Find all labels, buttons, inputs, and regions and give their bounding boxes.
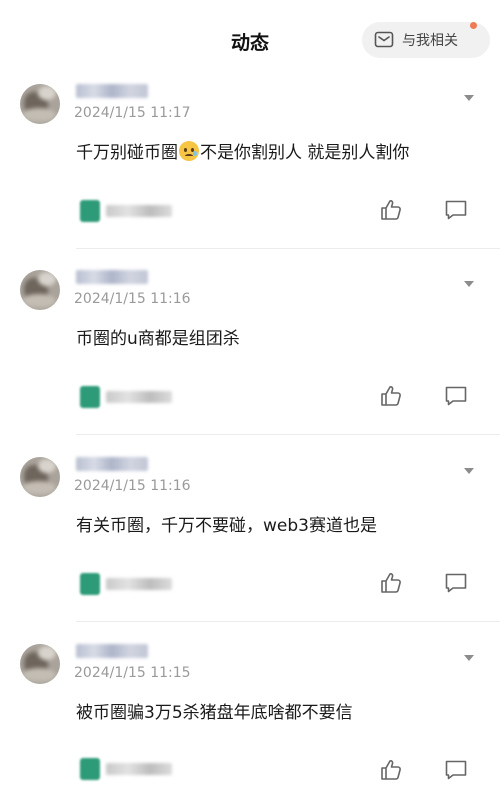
comment-icon[interactable] bbox=[443, 757, 469, 783]
thumbs-up-icon[interactable] bbox=[378, 570, 404, 596]
timestamp: 2024/1/15 11:15 bbox=[74, 665, 191, 681]
blurred-username[interactable] bbox=[76, 644, 148, 658]
related-to-me-label: 与我相关 bbox=[402, 33, 458, 49]
avatar[interactable] bbox=[20, 270, 60, 310]
blurred-username[interactable] bbox=[76, 84, 148, 98]
timestamp: 2024/1/15 11:16 bbox=[74, 478, 191, 494]
comment-text-part: 千万别碰币圈 bbox=[76, 143, 178, 163]
timestamp: 2024/1/15 11:17 bbox=[74, 105, 191, 121]
divider bbox=[76, 434, 500, 435]
comment-icon[interactable] bbox=[443, 383, 469, 409]
comment-item: 2024/1/15 11:17 千万别碰币圈 不是你割别人 就是别人割你 bbox=[0, 84, 500, 270]
chevron-down-icon[interactable] bbox=[464, 468, 474, 474]
divider bbox=[76, 621, 500, 622]
related-to-me-button[interactable]: 与我相关 bbox=[362, 22, 490, 58]
message-icon bbox=[374, 31, 394, 49]
comment-item: 2024/1/15 11:16 币圈的u商都是组团杀 bbox=[0, 270, 500, 456]
blurred-source-tag[interactable] bbox=[76, 378, 178, 414]
blurred-username[interactable] bbox=[76, 270, 148, 284]
blurred-source-tag[interactable] bbox=[76, 750, 178, 786]
blurred-source-tag[interactable] bbox=[76, 192, 178, 228]
blurred-username[interactable] bbox=[76, 457, 148, 471]
chevron-down-icon[interactable] bbox=[464, 655, 474, 661]
comment-text-part: 不是你割别人 就是别人割你 bbox=[200, 143, 410, 163]
comment-item: 2024/1/15 11:16 有关币圈，千万不要碰，web3赛道也是 bbox=[0, 457, 500, 643]
thumbs-up-icon[interactable] bbox=[378, 383, 404, 409]
chevron-down-icon[interactable] bbox=[464, 281, 474, 287]
blurred-source-tag[interactable] bbox=[76, 565, 178, 601]
pleading-face-emoji bbox=[179, 140, 199, 161]
comment-text: 千万别碰币圈 不是你割别人 就是别人割你 bbox=[76, 138, 409, 163]
avatar[interactable] bbox=[20, 457, 60, 497]
top-bar: 动态 与我相关 bbox=[0, 0, 500, 78]
comment-text: 被币圈骗3万5杀猪盘年底啥都不要信 bbox=[76, 703, 353, 723]
chevron-down-icon[interactable] bbox=[464, 95, 474, 101]
avatar[interactable] bbox=[20, 644, 60, 684]
thumbs-up-icon[interactable] bbox=[378, 757, 404, 783]
comment-text: 有关币圈，千万不要碰，web3赛道也是 bbox=[76, 516, 377, 536]
divider bbox=[76, 248, 500, 249]
comment-icon[interactable] bbox=[443, 570, 469, 596]
comment-icon[interactable] bbox=[443, 197, 469, 223]
thumbs-up-icon[interactable] bbox=[378, 197, 404, 223]
avatar[interactable] bbox=[20, 84, 60, 124]
timestamp: 2024/1/15 11:16 bbox=[74, 291, 191, 307]
notification-dot bbox=[470, 22, 477, 29]
comment-text: 币圈的u商都是组团杀 bbox=[76, 329, 240, 349]
comment-item: 2024/1/15 11:15 被币圈骗3万5杀猪盘年底啥都不要信 bbox=[0, 644, 500, 797]
